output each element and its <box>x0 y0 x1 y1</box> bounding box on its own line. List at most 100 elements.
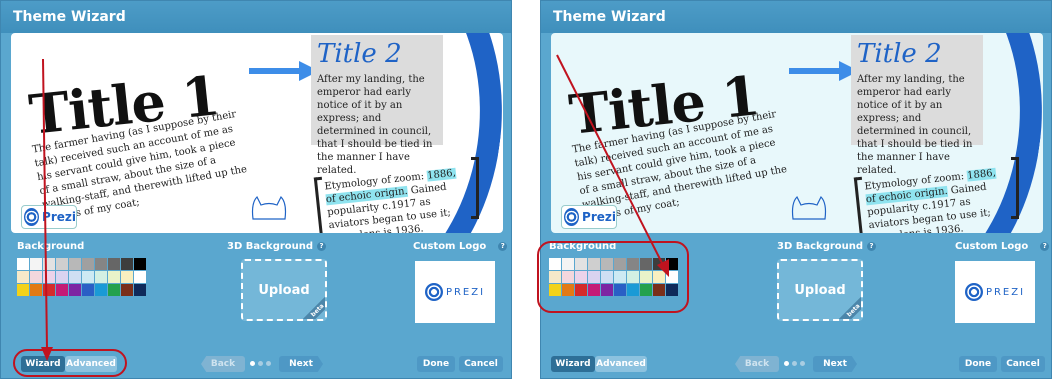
arrow-shape <box>789 61 859 81</box>
upload-label: Upload <box>794 282 846 298</box>
color-swatch[interactable] <box>82 271 94 283</box>
prezi-logo-badge: Prezi <box>561 205 617 229</box>
next-button[interactable]: Next <box>279 356 323 372</box>
back-button[interactable]: Back <box>201 356 245 372</box>
annotation-oval <box>13 349 127 377</box>
prezi-logo-icon <box>564 208 580 226</box>
help-icon[interactable]: ? <box>317 241 327 251</box>
beta-badge: beta <box>837 294 861 319</box>
step-dot <box>792 361 797 366</box>
prezi-logo-badge: Prezi <box>21 205 77 229</box>
bracket-right <box>471 157 479 219</box>
dialog-title: Theme Wizard <box>1 1 511 33</box>
color-swatch[interactable] <box>82 258 94 270</box>
color-swatch[interactable] <box>134 271 146 283</box>
prezi-logo-text: Prezi <box>42 210 76 224</box>
bg3d-section-label: 3D Background? <box>227 241 327 252</box>
background-color-palette <box>17 258 146 296</box>
background-label-text: Background <box>17 241 85 252</box>
step-dot <box>250 361 255 366</box>
prezi-logo-text: Prezi <box>582 210 616 224</box>
color-swatch[interactable] <box>56 271 68 283</box>
color-swatch[interactable] <box>56 284 68 296</box>
back-button[interactable]: Back <box>735 356 779 372</box>
custom-logo-preview[interactable]: PREZI <box>955 261 1035 323</box>
bracket-right <box>1011 157 1019 219</box>
custom-logo-text: PREZI <box>985 286 1026 298</box>
theme-wizard-dialog-right: Theme Wizard Title 1 The farmer having (… <box>537 0 1052 379</box>
background-section-label: Background <box>17 241 84 252</box>
title-2-heading: Title 2 <box>857 39 942 69</box>
cat-doodle-icon <box>251 195 287 220</box>
step-indicator <box>784 361 805 366</box>
advanced-mode-button[interactable]: Advanced <box>595 356 647 372</box>
color-swatch[interactable] <box>69 271 81 283</box>
help-icon[interactable]: ? <box>498 241 508 251</box>
upload-3d-background-button[interactable]: Upload beta <box>777 259 863 321</box>
cat-doodle-icon <box>791 195 827 220</box>
done-button[interactable]: Done <box>959 356 997 372</box>
theme-wizard-dialog-left: Theme Wizard Title 1 The farmer having (… <box>0 0 512 379</box>
color-swatch[interactable] <box>95 284 107 296</box>
color-swatch[interactable] <box>121 271 133 283</box>
custom-logo-text: PREZI <box>445 286 486 298</box>
color-swatch[interactable] <box>134 284 146 296</box>
help-icon[interactable]: ? <box>867 241 877 251</box>
annotation-oval <box>537 241 689 313</box>
color-swatch[interactable] <box>17 258 29 270</box>
color-swatch[interactable] <box>95 271 107 283</box>
custom-logo-label-text: Custom Logo <box>413 241 487 252</box>
cancel-button[interactable]: Cancel <box>1001 356 1045 372</box>
bg3d-section-label: 3D Background? <box>777 241 877 252</box>
wizard-mode-button[interactable]: Wizard <box>551 356 595 372</box>
color-swatch[interactable] <box>69 284 81 296</box>
bg3d-label-text: 3D Background <box>777 241 864 252</box>
color-swatch[interactable] <box>56 258 68 270</box>
help-icon[interactable]: ? <box>1040 241 1050 251</box>
prezi-logo-icon <box>24 208 40 226</box>
step-dot <box>266 361 271 366</box>
arrow-shape <box>249 61 319 81</box>
color-swatch[interactable] <box>17 284 29 296</box>
custom-logo-section-label: Custom Logo? <box>955 241 1050 252</box>
custom-logo-section-label: Custom Logo? <box>413 241 508 252</box>
color-swatch[interactable] <box>108 271 120 283</box>
custom-logo-label-text: Custom Logo <box>955 241 1029 252</box>
prezi-logo-icon <box>424 283 443 301</box>
upload-3d-background-button[interactable]: Upload beta <box>241 259 327 321</box>
done-button[interactable]: Done <box>417 356 455 372</box>
prezi-logo-icon <box>964 283 983 301</box>
step-dot <box>258 361 263 366</box>
color-swatch[interactable] <box>69 258 81 270</box>
color-swatch[interactable] <box>121 258 133 270</box>
upload-label: Upload <box>258 282 310 298</box>
color-swatch[interactable] <box>30 284 42 296</box>
theme-preview-canvas: Title 1 The farmer having (as I suppose … <box>551 33 1043 233</box>
dialog-footer: Wizard Advanced Back Next Done Cancel <box>541 351 1051 379</box>
theme-preview-canvas: Title 1 The farmer having (as I suppose … <box>11 33 503 233</box>
color-swatch[interactable] <box>43 258 55 270</box>
title-2-body: After my landing, the emperor had early … <box>857 74 973 176</box>
color-swatch[interactable] <box>108 284 120 296</box>
color-swatch[interactable] <box>17 271 29 283</box>
color-swatch[interactable] <box>43 271 55 283</box>
title-2-heading: Title 2 <box>317 39 402 69</box>
color-swatch[interactable] <box>82 284 94 296</box>
color-swatch[interactable] <box>30 258 42 270</box>
beta-badge: beta <box>301 294 325 319</box>
color-swatch[interactable] <box>30 271 42 283</box>
step-indicator <box>250 361 271 366</box>
color-swatch[interactable] <box>134 258 146 270</box>
step-dot <box>800 361 805 366</box>
custom-logo-preview[interactable]: PREZI <box>415 261 495 323</box>
dialog-title: Theme Wizard <box>541 1 1051 33</box>
title-2-body: After my landing, the emperor had early … <box>317 74 433 176</box>
color-swatch[interactable] <box>108 258 120 270</box>
step-dot <box>784 361 789 366</box>
comparison-stage: Theme Wizard Title 1 The farmer having (… <box>0 0 1055 379</box>
cancel-button[interactable]: Cancel <box>459 356 503 372</box>
color-swatch[interactable] <box>95 258 107 270</box>
next-button[interactable]: Next <box>813 356 857 372</box>
color-swatch[interactable] <box>43 284 55 296</box>
color-swatch[interactable] <box>121 284 133 296</box>
